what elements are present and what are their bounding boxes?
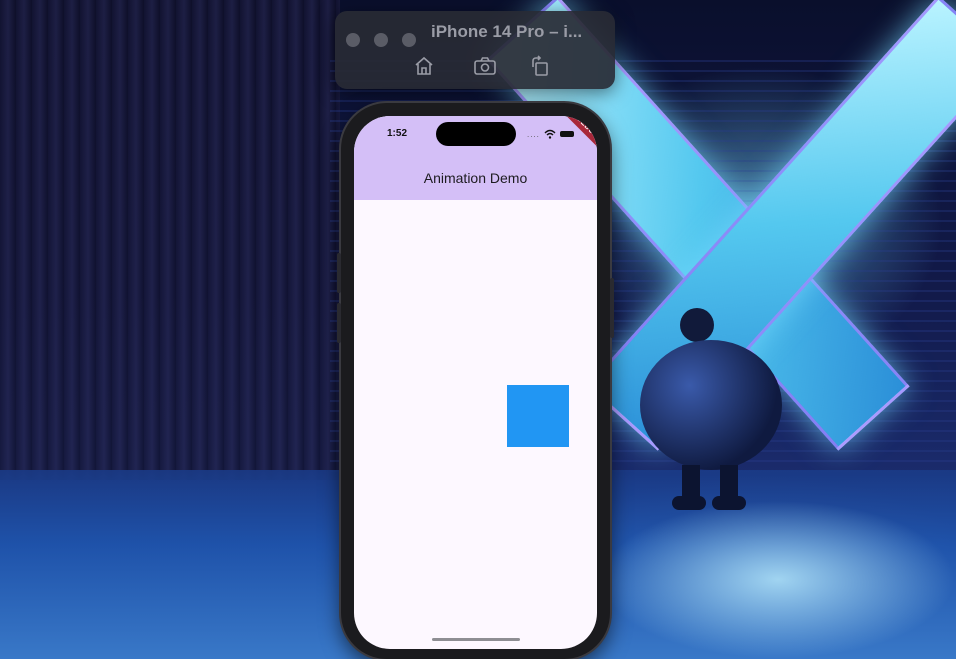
window-minimize-button[interactable] <box>374 33 388 47</box>
app-bar: Animation Demo <box>354 156 597 200</box>
wifi-icon <box>544 129 556 139</box>
phone-screen: 1:52 .... DEBUG Animation Demo <box>354 116 597 649</box>
status-bar: 1:52 .... <box>354 116 597 156</box>
status-time: 1:52 <box>387 128 408 139</box>
app-title: Animation Demo <box>423 170 528 186</box>
wallpaper-character <box>640 300 790 520</box>
wallpaper-curtain <box>0 0 340 480</box>
simulator-title: iPhone 14 Pro – i... <box>431 22 583 41</box>
iphone-frame: 1:52 .... DEBUG Animation Demo <box>337 103 614 659</box>
power-button <box>610 278 614 338</box>
rotate-button[interactable] <box>527 53 553 79</box>
screenshot-icon <box>474 57 496 75</box>
volume-button-up <box>337 253 341 293</box>
dynamic-island <box>436 122 516 146</box>
home-icon <box>415 56 433 75</box>
volume-button-down <box>337 303 341 343</box>
home-button[interactable] <box>411 53 437 79</box>
character-body <box>640 340 782 470</box>
character-foot-right <box>712 496 746 510</box>
battery-icon <box>559 131 574 137</box>
window-zoom-button[interactable] <box>402 33 416 47</box>
status-icons: .... <box>527 128 585 140</box>
character-foot-left <box>672 496 706 510</box>
animated-square[interactable] <box>507 385 569 447</box>
wallpaper-floor-glow <box>600 500 956 659</box>
home-indicator[interactable] <box>432 638 520 641</box>
character-head <box>680 308 714 342</box>
signal-icon: .... <box>527 129 540 139</box>
screenshot-button[interactable] <box>472 53 498 79</box>
window-close-button[interactable] <box>346 33 360 47</box>
rotate-icon <box>532 55 548 76</box>
simulator-toolbar: iPhone 14 Pro – i... <box>335 11 615 89</box>
